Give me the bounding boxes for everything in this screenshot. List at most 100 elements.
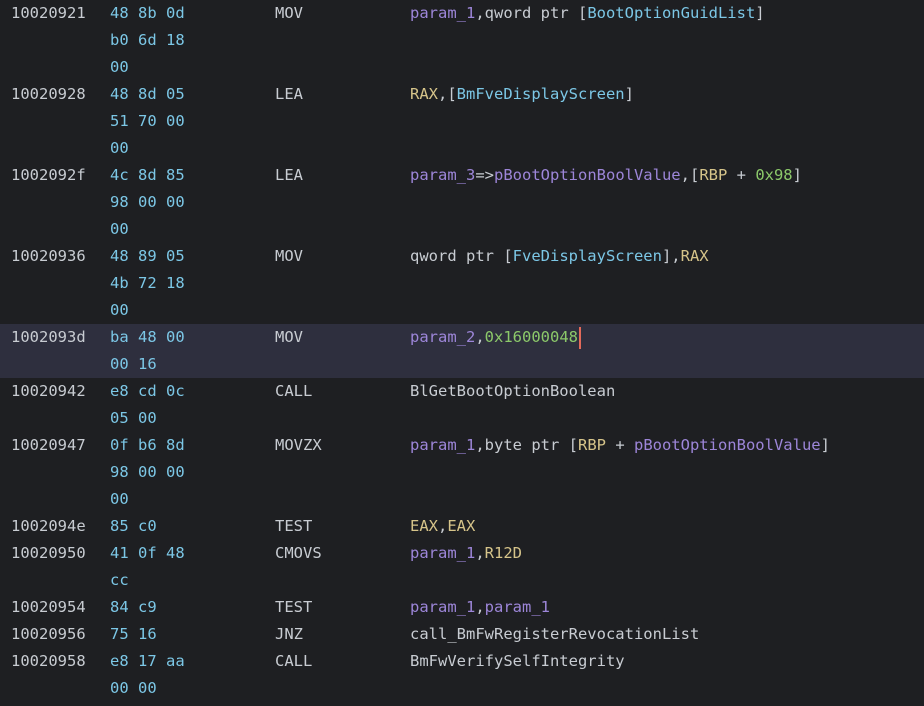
instruction-address[interactable]: 10020928 bbox=[11, 81, 86, 108]
instruction-row[interactable]: 10020921 48 8b 0d MOV param_1,qword ptr [Bo… bbox=[0, 0, 924, 81]
instruction-bytes[interactable]: 00 bbox=[110, 216, 129, 243]
instruction-operands[interactable]: BmFwVerifySelfIntegrity bbox=[410, 648, 625, 675]
instruction-bytes[interactable]: e8 17 aa bbox=[110, 648, 185, 675]
instruction-operands[interactable]: param_1,qword ptr [BootOptionGuidList] bbox=[410, 0, 765, 27]
instruction-row[interactable]: 10020956 75 16 JNZ call_BmFwRegisterRevocat… bbox=[0, 621, 924, 648]
operand-ref[interactable]: BmFveDisplayScreen bbox=[457, 85, 625, 103]
instruction-bytes[interactable]: 48 8b 0d bbox=[110, 0, 185, 27]
instruction-bytes[interactable]: 00 bbox=[110, 486, 129, 513]
instruction-bytes[interactable]: e8 cd 0c bbox=[110, 378, 185, 405]
operand-param[interactable]: param_2 bbox=[410, 328, 475, 346]
instruction-mnemonic[interactable]: MOVZX bbox=[275, 432, 322, 459]
instruction-bytes[interactable]: ba 48 00 bbox=[110, 324, 185, 351]
instruction-bytes[interactable]: 00 bbox=[110, 54, 129, 81]
instruction-mnemonic[interactable]: MOV bbox=[275, 0, 303, 27]
operand-func[interactable]: call_BmFwRegisterRevocationList bbox=[410, 625, 699, 643]
instruction-operands[interactable]: EAX,EAX bbox=[410, 513, 475, 540]
operand-param[interactable]: pBootOptionBoolValue bbox=[634, 436, 821, 454]
instruction-operands[interactable]: call_BmFwRegisterRevocationList bbox=[410, 621, 699, 648]
instruction-address[interactable]: 10020936 bbox=[11, 243, 86, 270]
instruction-mnemonic[interactable]: CALL bbox=[275, 648, 312, 675]
instruction-bytes[interactable]: 41 0f 48 bbox=[110, 540, 185, 567]
instruction-bytes[interactable]: 84 c9 bbox=[110, 594, 157, 621]
instruction-operands[interactable]: BlGetBootOptionBoolean bbox=[410, 378, 615, 405]
instruction-address[interactable]: 10020954 bbox=[11, 594, 86, 621]
instruction-address[interactable]: 10020942 bbox=[11, 378, 86, 405]
operand-reg[interactable]: RAX bbox=[681, 247, 709, 265]
instruction-bytes[interactable]: 00 16 bbox=[110, 351, 157, 378]
instruction-mnemonic[interactable]: JNZ bbox=[275, 621, 303, 648]
operand-num[interactable]: 0x98 bbox=[755, 166, 792, 184]
instruction-mnemonic[interactable]: MOV bbox=[275, 243, 303, 270]
instruction-row[interactable]: 10020947 0f b6 8d MOVZX param_1,byte ptr [R… bbox=[0, 432, 924, 513]
instruction-row[interactable]: 10020954 84 c9 TEST param_1,param_1 bbox=[0, 594, 924, 621]
operand-reg[interactable]: RAX bbox=[410, 85, 438, 103]
instruction-bytes[interactable]: cc bbox=[110, 567, 129, 594]
instruction-address[interactable]: 10020947 bbox=[11, 432, 86, 459]
operand-param[interactable]: param_1 bbox=[410, 598, 475, 616]
instruction-row[interactable]: 10020950 41 0f 48 CMOVS param_1,R12Dcc bbox=[0, 540, 924, 594]
instruction-operands[interactable]: param_1,byte ptr [RBP + pBootOptionBoolV… bbox=[410, 432, 830, 459]
instruction-mnemonic[interactable]: MOV bbox=[275, 324, 303, 351]
operand-reg[interactable]: RBP bbox=[578, 436, 606, 454]
listing-line: 10020950 41 0f 48 CMOVS param_1,R12D bbox=[0, 540, 924, 567]
instruction-bytes[interactable]: 4c 8d 85 bbox=[110, 162, 185, 189]
instruction-mnemonic[interactable]: TEST bbox=[275, 513, 312, 540]
instruction-bytes[interactable]: 75 16 bbox=[110, 621, 157, 648]
instruction-row[interactable]: 10020942 e8 cd 0c CALL BlGetBootOptionBoole… bbox=[0, 378, 924, 432]
instruction-row[interactable]: 10020928 48 8d 05 LEA RAX,[BmFveDisplayScre… bbox=[0, 81, 924, 162]
instruction-row[interactable]: 1002094e 85 c0 TEST EAX,EAX bbox=[0, 513, 924, 540]
instruction-operands[interactable]: RAX,[BmFveDisplayScreen] bbox=[410, 81, 634, 108]
operand-param[interactable]: pBootOptionBoolValue bbox=[494, 166, 681, 184]
instruction-mnemonic[interactable]: LEA bbox=[275, 81, 303, 108]
instruction-bytes[interactable]: 85 c0 bbox=[110, 513, 157, 540]
instruction-address[interactable]: 10020958 bbox=[11, 648, 86, 675]
instruction-bytes[interactable]: 98 00 00 bbox=[110, 189, 185, 216]
instruction-mnemonic[interactable]: TEST bbox=[275, 594, 312, 621]
instruction-row[interactable]: 1002093d ba 48 00 MOV param_2,0x16000048 00 … bbox=[0, 324, 924, 378]
operand-func[interactable]: BmFwVerifySelfIntegrity bbox=[410, 652, 625, 670]
instruction-mnemonic[interactable]: LEA bbox=[275, 162, 303, 189]
operand-reg[interactable]: R12D bbox=[485, 544, 522, 562]
instruction-bytes[interactable]: 48 8d 05 bbox=[110, 81, 185, 108]
instruction-row[interactable]: 10020936 48 89 05 MOV qword ptr [FveDisplay… bbox=[0, 243, 924, 324]
instruction-bytes[interactable]: 4b 72 18 bbox=[110, 270, 185, 297]
instruction-mnemonic[interactable]: CALL bbox=[275, 378, 312, 405]
instruction-row[interactable]: 10020958 e8 17 aa CALL BmFwVerifySelfIntegr… bbox=[0, 648, 924, 702]
instruction-bytes[interactable]: 00 00 bbox=[110, 675, 157, 702]
instruction-address[interactable]: 1002092f bbox=[11, 162, 86, 189]
instruction-operands[interactable]: param_1,R12D bbox=[410, 540, 522, 567]
operand-func[interactable]: BlGetBootOptionBoolean bbox=[410, 382, 615, 400]
instruction-operands[interactable]: qword ptr [FveDisplayScreen],RAX bbox=[410, 243, 709, 270]
instruction-operands[interactable]: param_2,0x16000048 bbox=[410, 324, 581, 351]
instruction-address[interactable]: 1002093d bbox=[11, 324, 86, 351]
instruction-row[interactable]: 1002092f 4c 8d 85 LEA param_3=>pBootOptionB… bbox=[0, 162, 924, 243]
disassembly-listing[interactable]: 10020921 48 8b 0d MOV param_1,qword ptr [Bo… bbox=[0, 0, 924, 706]
operand-reg[interactable]: EAX bbox=[447, 517, 475, 535]
operand-param[interactable]: param_1 bbox=[410, 544, 475, 562]
instruction-bytes[interactable]: 00 bbox=[110, 297, 129, 324]
operand-param[interactable]: param_1 bbox=[410, 436, 475, 454]
instruction-address[interactable]: 10020956 bbox=[11, 621, 86, 648]
operand-param[interactable]: param_3 bbox=[410, 166, 475, 184]
instruction-bytes[interactable]: 51 70 00 bbox=[110, 108, 185, 135]
operand-reg[interactable]: RBP bbox=[699, 166, 727, 184]
operand-num[interactable]: 0x16000048 bbox=[485, 328, 578, 346]
instruction-address[interactable]: 10020950 bbox=[11, 540, 86, 567]
operand-reg[interactable]: EAX bbox=[410, 517, 438, 535]
instruction-bytes[interactable]: 05 00 bbox=[110, 405, 157, 432]
operand-param[interactable]: param_1 bbox=[485, 598, 550, 616]
operand-ref[interactable]: BootOptionGuidList bbox=[587, 4, 755, 22]
instruction-bytes[interactable]: 00 bbox=[110, 135, 129, 162]
operand-ref[interactable]: FveDisplayScreen bbox=[513, 247, 662, 265]
instruction-bytes[interactable]: 48 89 05 bbox=[110, 243, 185, 270]
instruction-mnemonic[interactable]: CMOVS bbox=[275, 540, 322, 567]
instruction-address[interactable]: 1002094e bbox=[11, 513, 86, 540]
instruction-address[interactable]: 10020921 bbox=[11, 0, 86, 27]
instruction-operands[interactable]: param_1,param_1 bbox=[410, 594, 550, 621]
instruction-bytes[interactable]: 0f b6 8d bbox=[110, 432, 185, 459]
instruction-operands[interactable]: param_3=>pBootOptionBoolValue,[RBP + 0x9… bbox=[410, 162, 802, 189]
instruction-bytes[interactable]: b0 6d 18 bbox=[110, 27, 185, 54]
operand-param[interactable]: param_1 bbox=[410, 4, 475, 22]
instruction-bytes[interactable]: 98 00 00 bbox=[110, 459, 185, 486]
